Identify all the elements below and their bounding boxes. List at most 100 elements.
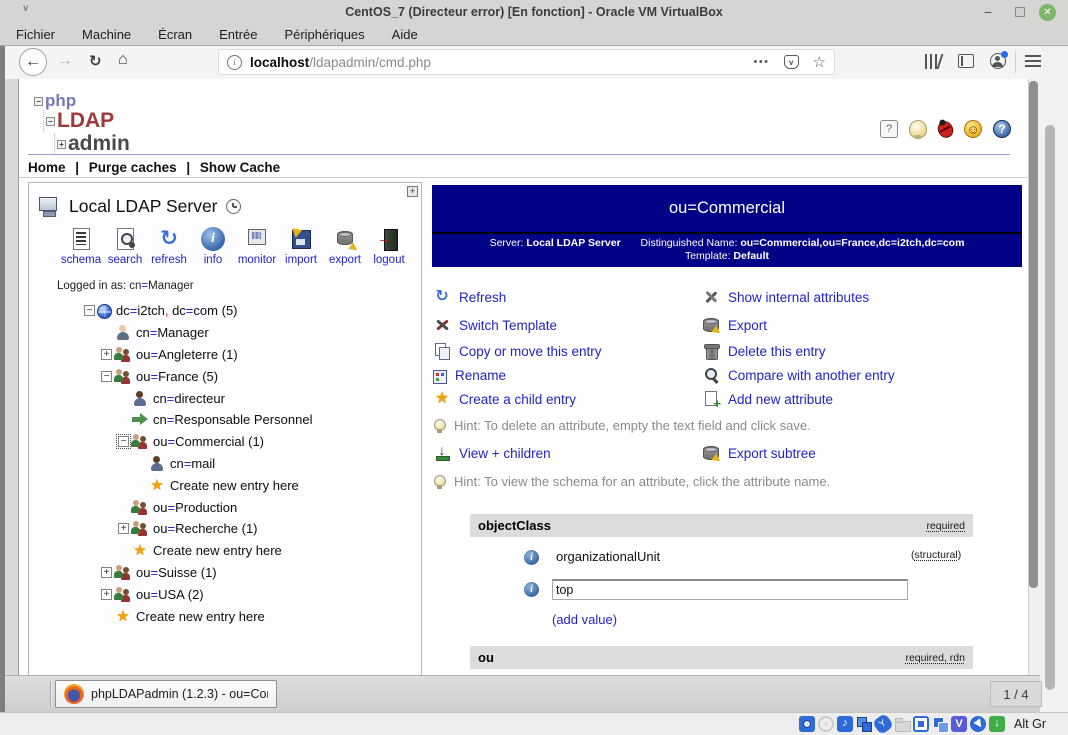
tree-node[interactable]: +ou=Recherche (1) <box>29 518 421 540</box>
taskbar-window-button[interactable]: phpLDAPadmin (1.2.3) - ou=Comme... <box>55 680 277 708</box>
action-link-add-new-attribute[interactable]: Add new attribute <box>728 392 833 407</box>
minimize-button[interactable]: − <box>980 4 996 20</box>
action-link-view-children[interactable]: View + children <box>459 446 551 461</box>
tree-node-label[interactable]: Create new entry here <box>136 609 265 624</box>
objectclass-value-2-input[interactable] <box>552 579 908 600</box>
info-icon[interactable]: i <box>524 550 539 565</box>
network-icon[interactable] <box>856 716 872 732</box>
workspace-pager[interactable]: 1 / 4 <box>990 681 1042 707</box>
bug-icon[interactable] <box>935 118 956 140</box>
server-name[interactable]: Local LDAP Server <box>69 196 218 217</box>
vm-titlebar[interactable]: ∨ CentOS_7 (Directeur error) [En fonctio… <box>0 0 1068 24</box>
tree-node[interactable]: cn=Manager <box>29 322 421 344</box>
tree-node[interactable]: ★Create new entry here <box>29 540 421 562</box>
tree-node-label[interactable]: ou=France (5) <box>136 369 218 384</box>
action-link-compare-with-another-entry[interactable]: Compare with another entry <box>728 368 895 383</box>
tree-node[interactable]: cn=mail <box>29 453 421 475</box>
back-button[interactable]: ← <box>19 48 47 76</box>
vm-menu-entree[interactable]: Entrée <box>219 27 257 42</box>
browser-scrollbar-thumb[interactable] <box>1029 81 1038 588</box>
windows-icon[interactable] <box>932 716 948 732</box>
attribute-name[interactable]: ou <box>478 650 494 665</box>
add-value-link[interactable]: (add value) <box>552 612 617 627</box>
smiley-icon[interactable]: ☺ <box>964 120 982 138</box>
expand-icon[interactable]: + <box>101 567 112 578</box>
shared-folder-icon[interactable] <box>894 716 910 732</box>
toolbar-monitor[interactable]: monitor <box>235 227 279 266</box>
tree-node-label[interactable]: Create new entry here <box>153 543 282 558</box>
toolbar-schema[interactable]: schema <box>59 227 103 266</box>
action-link-refresh[interactable]: Refresh <box>459 290 506 305</box>
hard-disk-icon[interactable] <box>799 716 815 732</box>
action-link-export-subtree[interactable]: Export subtree <box>728 446 816 461</box>
tree-node-label[interactable]: cn=directeur <box>153 391 225 406</box>
nav-link-purge-caches[interactable]: Purge caches <box>89 160 177 175</box>
tree-node-label[interactable]: ou=Suisse (1) <box>136 565 217 580</box>
attribute-name[interactable]: objectClass <box>478 518 551 533</box>
optical-disc-icon[interactable] <box>818 716 834 732</box>
expand-icon[interactable]: + <box>118 523 129 534</box>
tree-node-label[interactable]: Create new entry here <box>170 478 299 493</box>
vm-menu-machine[interactable]: Machine <box>82 27 131 42</box>
audio-icon[interactable]: ♪ <box>837 716 853 732</box>
restore-button[interactable] <box>1012 4 1028 20</box>
site-info-icon[interactable]: i <box>227 55 242 70</box>
display-icon[interactable] <box>913 716 929 732</box>
menu-hamburger-icon[interactable] <box>1025 55 1041 67</box>
action-link-copy-or-move-this-entry[interactable]: Copy or move this entry <box>459 344 602 359</box>
toolbar-export[interactable]: export <box>323 227 367 266</box>
library-icon[interactable] <box>925 54 941 69</box>
tree-node[interactable]: ★Create new entry here <box>29 605 421 627</box>
url-text[interactable]: localhost/ldapadmin/cmd.php <box>250 55 753 70</box>
mouse-icon[interactable] <box>970 716 986 732</box>
tree-node[interactable]: + ou=Suisse (1) <box>29 562 421 584</box>
toolbar-logout[interactable]: logout <box>367 227 411 266</box>
page-actions-icon[interactable]: ••• <box>753 56 769 68</box>
action-link-rename[interactable]: Rename <box>455 368 506 383</box>
forward-button[interactable]: → <box>57 52 73 70</box>
action-link-show-internal-attributes[interactable]: Show internal attributes <box>728 290 869 305</box>
toolbar-search[interactable]: search <box>103 227 147 266</box>
close-button[interactable]: ✕ <box>1039 4 1056 21</box>
expand-icon[interactable]: + <box>101 589 112 600</box>
expand-icon[interactable]: + <box>101 349 112 360</box>
home-button[interactable]: ⌂ <box>118 51 128 69</box>
tree-node[interactable]: cn=Responsable Personnel <box>29 409 421 431</box>
server-header[interactable]: Local LDAP Server <box>37 196 241 217</box>
bookmark-star-icon[interactable]: ☆ <box>813 53 826 71</box>
action-link-create-a-child-entry[interactable]: Create a child entry <box>459 392 576 407</box>
tree-node[interactable]: + ou=Angleterre (1) <box>29 344 421 366</box>
toolbar-info[interactable]: iinfo <box>191 227 235 266</box>
vm-menu-aide[interactable]: Aide <box>392 27 418 42</box>
comment-icon[interactable]: ? <box>880 120 898 138</box>
virtualbox-icon[interactable]: V <box>951 716 967 732</box>
tree-collapse-button[interactable]: + <box>407 186 418 197</box>
tree-node[interactable]: −ou=Commercial (1) <box>29 431 421 453</box>
account-icon[interactable] <box>990 53 1006 69</box>
tree-node[interactable]: +ou=USA (2) <box>29 583 421 605</box>
bulb-icon[interactable] <box>909 120 927 138</box>
tree-node-label[interactable]: dc=i2tch, dc=com (5) <box>116 303 238 318</box>
toolbar-refresh[interactable]: ↻refresh <box>147 227 191 266</box>
nav-link-home[interactable]: Home <box>28 160 66 175</box>
tree-node-label[interactable]: ou=Angleterre (1) <box>136 347 238 362</box>
vm-menu-ecran[interactable]: Écran <box>158 27 192 42</box>
action-link-delete-this-entry[interactable]: Delete this entry <box>728 344 826 359</box>
collapse-icon[interactable]: − <box>118 436 129 447</box>
tree-node-label[interactable]: cn=Responsable Personnel <box>153 412 312 427</box>
structural-note[interactable]: (structural) <box>911 549 961 561</box>
objectclass-value-1[interactable]: organizationalUnit <box>552 547 908 567</box>
collapse-icon[interactable]: − <box>84 305 95 316</box>
url-bar[interactable]: i localhost/ldapadmin/cmd.php ••• v ☆ <box>218 49 835 75</box>
vm-scrollbar-thumb[interactable] <box>1045 125 1055 690</box>
tree-node[interactable]: cn=directeur <box>29 387 421 409</box>
help-icon[interactable]: ? <box>993 120 1011 138</box>
tree-node-label[interactable]: cn=Manager <box>136 325 209 340</box>
usb-icon[interactable]: Y <box>872 713 894 735</box>
keyboard-icon[interactable]: ↓ <box>989 716 1005 732</box>
tree-node-label[interactable]: cn=mail <box>170 456 215 471</box>
action-link-export[interactable]: Export <box>728 318 767 333</box>
tree-node[interactable]: − dc=i2tch, dc=com (5) <box>29 300 421 322</box>
nav-link-show-cache[interactable]: Show Cache <box>200 160 280 175</box>
sidebar-icon[interactable] <box>958 54 974 68</box>
